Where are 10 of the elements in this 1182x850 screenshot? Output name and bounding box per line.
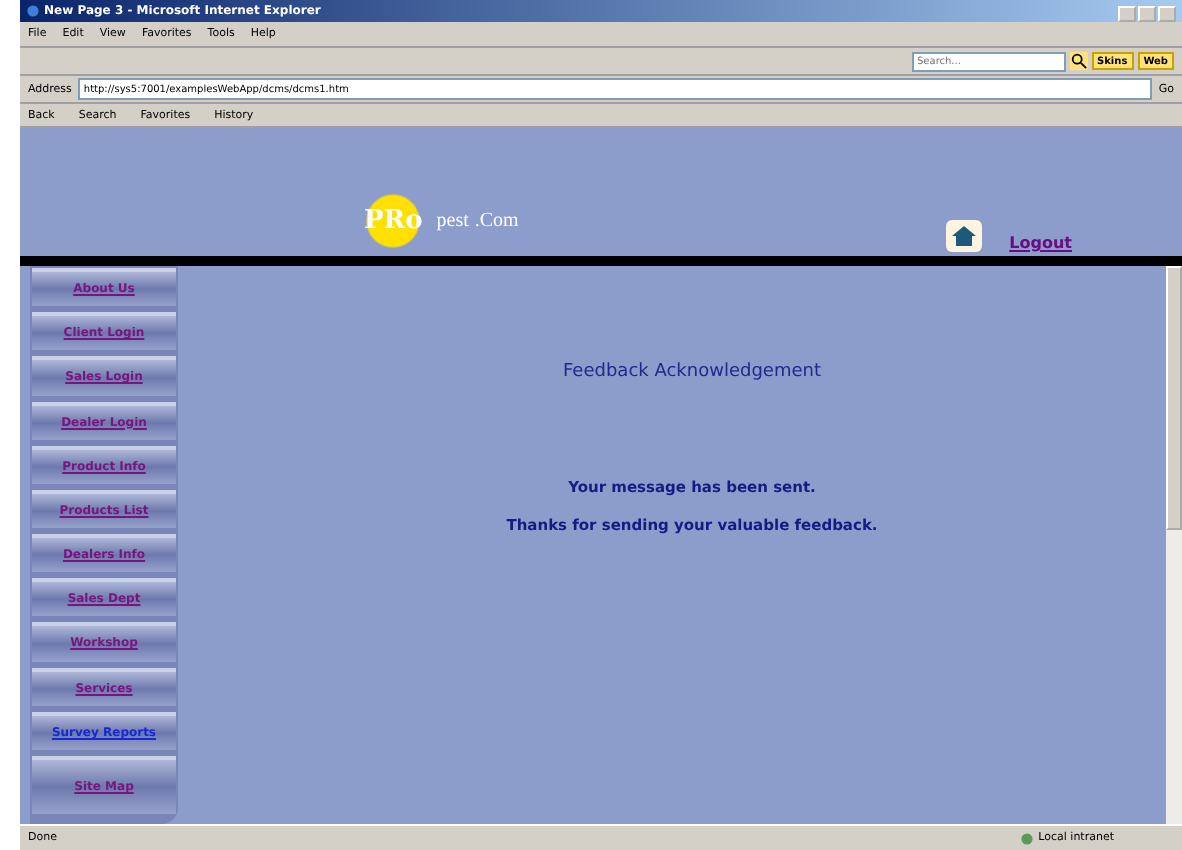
search-icon[interactable] — [1069, 52, 1087, 70]
logout-link[interactable]: Logout — [1009, 234, 1072, 252]
page-heading: Feedback Acknowledgement — [563, 362, 821, 382]
minimize-button[interactable] — [1118, 6, 1136, 22]
home-icon[interactable] — [946, 220, 982, 252]
logo-text: .Com — [474, 210, 519, 232]
maximize-button[interactable] — [1138, 6, 1156, 22]
logo-text: pest — [436, 210, 469, 232]
close-button[interactable] — [1158, 6, 1176, 22]
scrollbar[interactable] — [1166, 266, 1182, 824]
